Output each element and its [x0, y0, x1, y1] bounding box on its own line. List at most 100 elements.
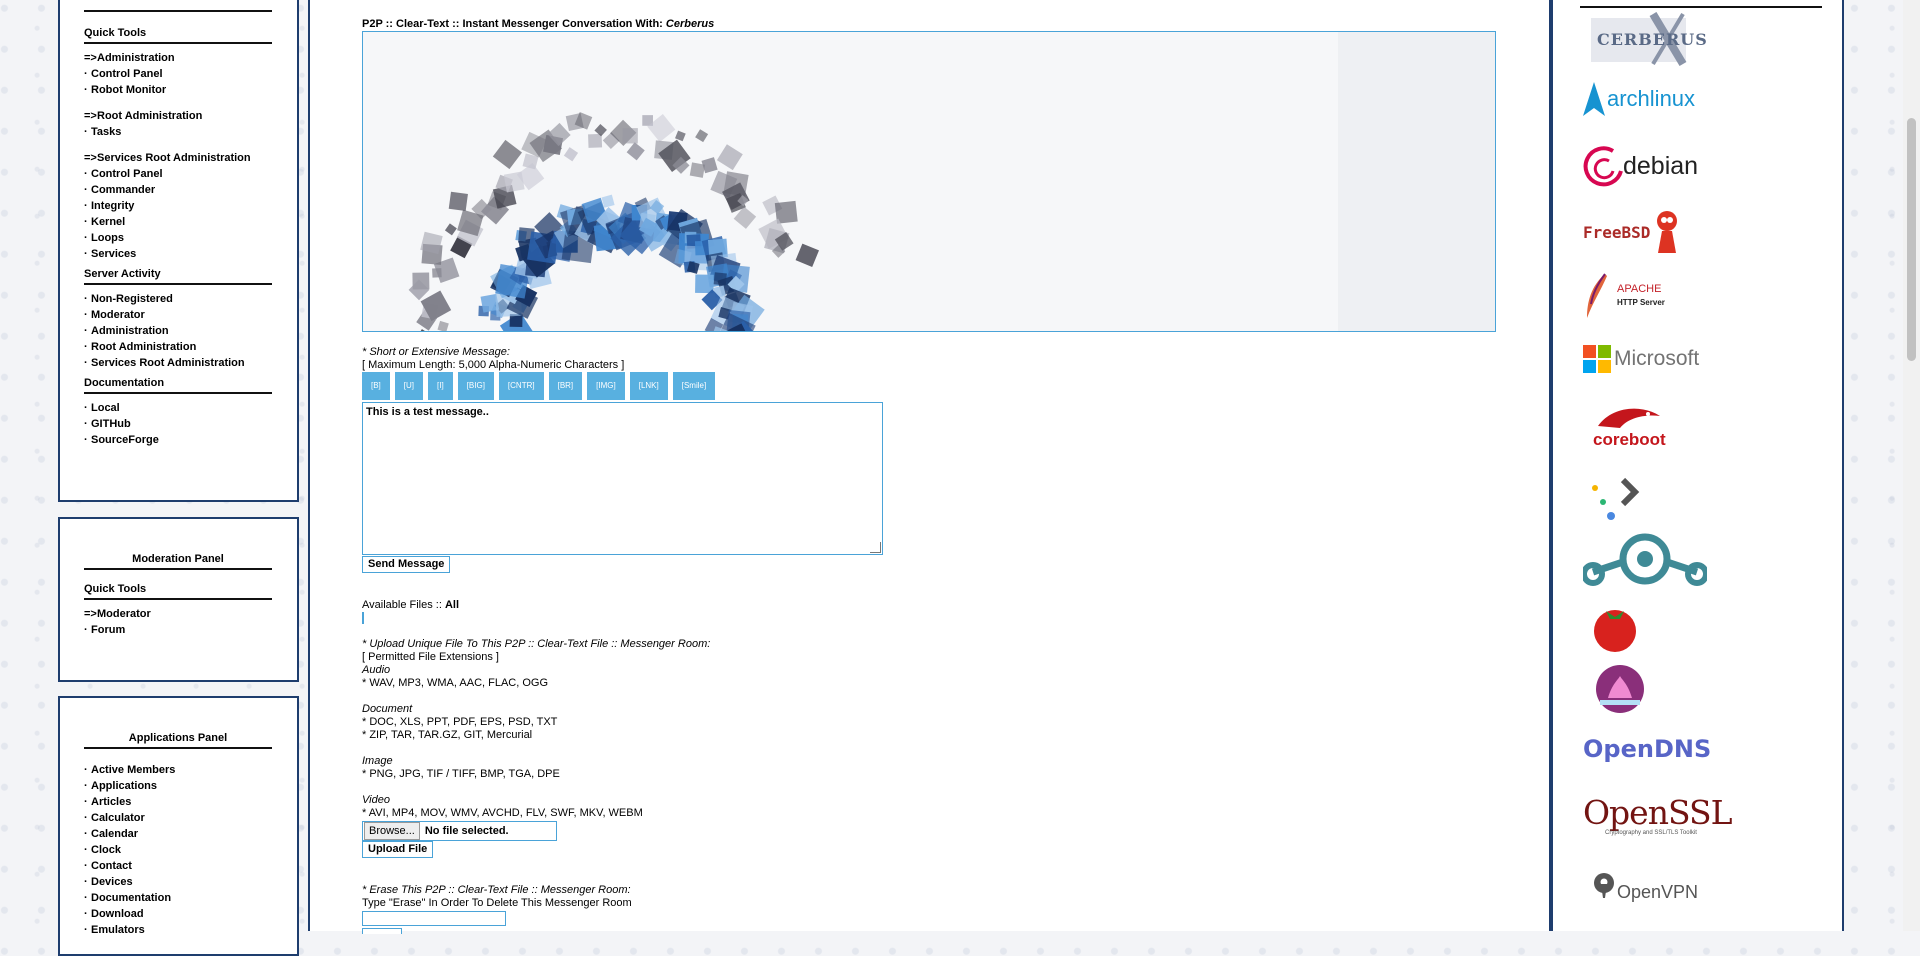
nav-link-robot-monitor[interactable]: · Robot Monitor [84, 82, 272, 98]
nav-link-services-root-administration[interactable]: => Services Root Administration [84, 150, 272, 166]
coreboot-logo[interactable]: coreboot [1593, 402, 1666, 450]
nav-link-documentation[interactable]: · Documentation [84, 890, 272, 906]
erase-button[interactable] [362, 928, 402, 934]
nav-link-administration[interactable]: => Administration [84, 50, 272, 66]
nav-link-label: Kernel [91, 216, 126, 228]
available-files: Available Files :: All [362, 599, 459, 611]
lotus-logo[interactable] [1590, 664, 1650, 714]
nav-link-active-members[interactable]: · Active Members [84, 762, 272, 778]
nav-link-github[interactable]: · GITHub [84, 416, 272, 432]
format-button-br[interactable]: [BR] [548, 372, 583, 400]
nav-heading-documentation: Documentation [84, 377, 272, 394]
format-button-i[interactable]: [I] [428, 372, 453, 400]
lineageos-logo[interactable] [1583, 532, 1707, 586]
archlinux-logo[interactable]: archlinux [1583, 82, 1695, 116]
nav-link-devices[interactable]: · Devices [84, 874, 272, 890]
nav-link-kernel[interactable]: · Kernel [84, 214, 272, 230]
nav-link-local[interactable]: · Local [84, 400, 272, 416]
nav-bullet: · [84, 780, 88, 792]
files-list-select[interactable] [362, 612, 364, 624]
nav-link-label: Commander [91, 184, 156, 196]
nav-link-emulators[interactable]: · Emulators [84, 922, 272, 938]
available-files-label: Available Files :: [362, 599, 445, 611]
moderation-panel: Moderation Panel Quick Tools => Moderato… [58, 517, 299, 682]
windows-squares-icon [1583, 345, 1611, 373]
nav-link-contact[interactable]: · Contact [84, 858, 272, 874]
nav-link-clock[interactable]: · Clock [84, 842, 272, 858]
resize-grip-icon[interactable] [870, 542, 881, 553]
openvpn-logo[interactable]: OpenVPN [1591, 868, 1698, 903]
nav-link-root-administration[interactable]: · Root Administration [84, 339, 272, 355]
nav-link-sourceforge[interactable]: · SourceForge [84, 432, 272, 448]
microsoft-logo[interactable]: Microsoft [1583, 345, 1699, 373]
code-dots-logo[interactable] [1589, 476, 1649, 520]
message-textarea[interactable]: This is a test message.. [362, 402, 883, 555]
nav-bullet: · [84, 341, 88, 353]
openssl-logo[interactable]: OpenSSL Cryptography and SSL/TLS Toolkit [1583, 796, 1733, 837]
nav-link-moderator[interactable]: · Moderator [84, 307, 272, 323]
send-message-button[interactable]: Send Message [362, 556, 451, 573]
format-button-smile[interactable]: [Smile] [672, 372, 716, 400]
debian-logo[interactable]: debian [1583, 141, 1698, 191]
document-label: Document [362, 703, 413, 715]
nav-link-label: Documentation [91, 892, 172, 904]
nav-link-non-registered[interactable]: · Non-Registered [84, 291, 272, 307]
opendns-logo[interactable]: OpenDNS [1583, 735, 1711, 763]
nav-link-download[interactable]: · Download [84, 906, 272, 922]
feather-icon [1587, 273, 1607, 318]
nav-link-articles[interactable]: · Articles [84, 794, 272, 810]
file-status: No file selected. [424, 825, 509, 837]
format-button-img[interactable]: [IMG] [587, 372, 625, 400]
browse-button[interactable]: Browse... [364, 822, 420, 840]
nav-link-tasks[interactable]: · Tasks [84, 124, 272, 140]
nav-link-label: Local [91, 402, 120, 414]
nav-link-root-administration[interactable]: => Root Administration [84, 108, 272, 124]
available-files-value[interactable]: All [445, 599, 459, 611]
nav-bullet: · [84, 200, 88, 212]
apache-logo[interactable]: APACHE HTTP Server [1583, 272, 1665, 320]
erase-input[interactable] [362, 911, 506, 926]
image-extensions: * PNG, JPG, TIF / TIFF, BMP, TGA, DPE [362, 768, 560, 780]
nav-link-administration[interactable]: · Administration [84, 323, 272, 339]
nav-link-services[interactable]: · Services [84, 246, 272, 262]
nav-link-label: Forum [91, 624, 126, 636]
nav-link-label: Loops [91, 232, 124, 244]
nav-bullet: · [84, 309, 88, 321]
nav-link-label: Administration [91, 325, 169, 337]
nav-link-integrity[interactable]: · Integrity [84, 198, 272, 214]
nav-link-applications[interactable]: · Applications [84, 778, 272, 794]
nav-link-control-panel[interactable]: · Control Panel [84, 166, 272, 182]
video-label: Video [362, 794, 390, 806]
nav-bullet: · [84, 764, 88, 776]
nav-link-services-root-administration[interactable]: · Services Root Administration [84, 355, 272, 371]
nav-link-label: Moderator [91, 309, 145, 321]
nav-link-control-panel[interactable]: · Control Panel [84, 66, 272, 82]
nav-link-forum[interactable]: · Forum [84, 622, 272, 638]
cerberus-logo[interactable]: CERBERUS [1583, 12, 1707, 67]
freebsd-logo[interactable]: FreeBSD [1583, 207, 1684, 257]
nav-link-label: Active Members [91, 764, 176, 776]
format-button-u[interactable]: [U] [394, 372, 424, 400]
nav-link-loops[interactable]: · Loops [84, 230, 272, 246]
nav-link-calculator[interactable]: · Calculator [84, 810, 272, 826]
video-extensions: * AVI, MP4, MOV, WMV, AVCHD, FLV, SWF, M… [362, 807, 643, 819]
upload-file-button[interactable]: Upload File [362, 841, 434, 858]
format-button-b[interactable]: [B] [362, 372, 390, 400]
tomato-logo[interactable] [1590, 603, 1640, 653]
nav-link-calendar[interactable]: · Calendar [84, 826, 272, 842]
format-button-big[interactable]: [BIG] [457, 372, 494, 400]
format-button-cntr[interactable]: [CNTR] [498, 372, 544, 400]
nav-bullet: · [84, 908, 88, 920]
message-label: * Short or Extensive Message: [362, 346, 510, 358]
nav-link-moderator[interactable]: => Moderator [84, 606, 272, 622]
nav-link-commander[interactable]: · Commander [84, 182, 272, 198]
nav-link-label: Administration [97, 52, 175, 64]
audio-label: Audio [362, 664, 391, 676]
page-scrollbar[interactable] [1903, 0, 1920, 931]
nav-bullet: · [84, 796, 88, 808]
nav-bullet: · [84, 418, 88, 430]
conversation-title: P2P :: Clear-Text :: Instant Messenger C… [362, 18, 714, 30]
file-input[interactable]: Browse... No file selected. [362, 821, 557, 841]
scrollbar-thumb[interactable] [1907, 118, 1916, 361]
format-button-lnk[interactable]: [LNK] [629, 372, 668, 400]
